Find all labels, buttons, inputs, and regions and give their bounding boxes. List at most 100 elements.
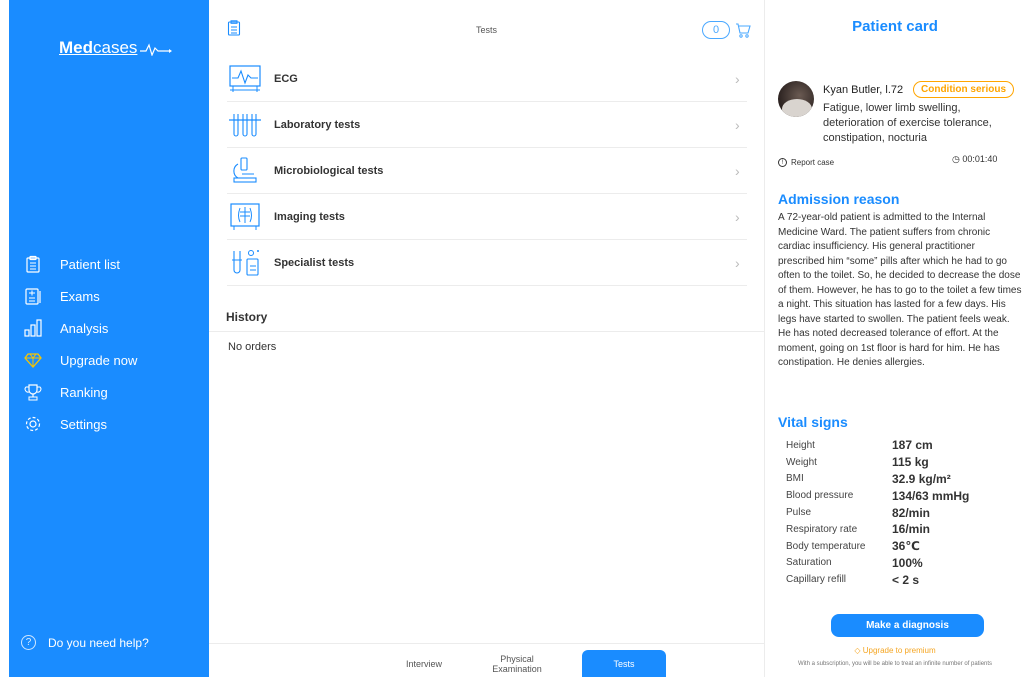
vital-label: Height [786,439,815,451]
sidebar-item-label: Patient list [60,256,120,272]
sidebar-item-upgrade[interactable]: Upgrade now [9,344,209,376]
test-label: Laboratory tests [274,118,361,131]
exam-icon [22,285,44,307]
vital-label: Weight [786,456,817,468]
sidebar-item-label: Analysis [60,320,109,336]
avatar [778,81,814,117]
upgrade-label: Upgrade to premium [862,646,936,655]
test-row-ecg[interactable]: ECG › [227,56,747,102]
vital-row: BMI 32.9 kg/m² [786,471,1006,488]
chevron-right-icon: › [735,70,740,87]
card-title: Patient card [852,18,938,35]
sidebar-item-settings[interactable]: Settings [9,408,209,440]
diamond-icon: ◇ [854,646,861,655]
diamond-icon [22,349,44,371]
vital-label: Pulse [786,507,812,519]
clipboard-icon [22,253,44,275]
vital-value: 36℃ [892,539,920,554]
vital-label: Body temperature [786,540,866,552]
vitals-title: Vital signs [778,414,848,430]
vital-value: 16/min [892,522,931,537]
sidebar-nav: Patient list Exams Analysis Upgrade now … [9,248,209,440]
chevron-right-icon: › [735,208,740,225]
condition-badge: Condition serious [913,81,1014,98]
test-label: ECG [274,72,298,85]
trophy-icon [22,381,44,403]
vital-row: Weight 115 kg [786,454,1006,471]
admission-title: Admission reason [778,191,900,207]
vital-value: < 2 s [892,572,920,587]
cart-icon[interactable] [735,22,751,38]
report-case-link[interactable]: ! Report case [778,158,834,167]
test-row-imaging[interactable]: Imaging tests › [227,194,747,240]
make-diagnosis-button[interactable]: Make a diagnosis [831,614,984,637]
subscription-note: With a subscription, you will be able to… [797,661,993,667]
sidebar-item-label: Settings [60,416,107,432]
patient-card: Patient card Kyan Butler, l.72 Condition… [766,0,1024,677]
report-label: Report case [791,158,835,167]
sidebar-item-exams[interactable]: Exams [9,280,209,312]
chevron-right-icon: › [735,116,740,133]
vital-row: Height 187 cm [786,437,1006,454]
bottom-tabs: Interview Physical Examination Tests [209,643,765,677]
upgrade-premium-link[interactable]: ◇ Upgrade to premium [766,646,1024,655]
test-row-laboratory[interactable]: Laboratory tests › [227,102,747,148]
vital-label: Blood pressure [786,490,854,502]
patient-name: Kyan Butler, l.72 [823,84,904,96]
symptoms-text: Fatigue, lower limb swelling, deteriorat… [823,102,992,144]
ecg-icon [227,62,263,96]
timer-value: 00:01:40 [962,154,998,164]
sidebar-item-label: Exams [60,288,100,304]
tab-physical-examination[interactable]: Physical Examination [477,650,557,677]
gear-icon [22,413,44,435]
xray-icon [227,200,263,234]
test-row-microbiological[interactable]: Microbiological tests › [227,148,747,194]
vital-row: Capillary refill < 2 s [786,571,1006,588]
logo[interactable]: Medcases [59,38,173,58]
vital-row: Pulse 82/min [786,504,1006,521]
clock-icon: ◷ [952,154,960,164]
history-title: History [226,310,268,324]
vital-value: 32.9 kg/m² [892,471,951,486]
vital-row: Blood pressure 134/63 mmHg [786,487,1006,504]
test-label: Microbiological tests [274,164,384,177]
vital-row: Respiratory rate 16/min [786,521,1006,538]
vital-value: 100% [892,555,923,570]
page-title: Tests [475,25,497,35]
test-label: Specialist tests [274,256,355,269]
admission-text: A 72-year-old patient is admitted to the… [778,212,1022,368]
sidebar-item-label: Upgrade now [60,352,138,368]
logo-bold-text: Med [59,38,93,57]
help-label: Do you need help? [48,635,149,650]
vital-label: BMI [786,473,804,485]
tab-tests[interactable]: Tests [582,650,666,677]
heartbeat-icon [140,42,173,57]
vital-value: 82/min [892,505,931,520]
history-empty-text: No orders [228,341,277,353]
test-label: Imaging tests [274,210,345,223]
sidebar-item-analysis[interactable]: Analysis [9,312,209,344]
chevron-right-icon: › [735,162,740,179]
vital-row: Saturation 100% [786,555,1006,572]
divider [209,331,765,332]
specialist-icon [227,246,263,280]
tab-interview[interactable]: Interview [384,650,464,677]
sidebar-item-patient-list[interactable]: Patient list [9,248,209,280]
help-link[interactable]: ? Do you need help? [21,635,149,650]
vital-row: Body temperature 36℃ [786,538,1006,555]
bar-chart-icon [22,317,44,339]
vital-value: 134/63 mmHg [892,488,970,503]
sidebar: Medcases Patient list Exams Analysis Upg… [9,0,209,677]
tests-panel: Tests 0 ECG › Laboratory tests › Microbi… [209,0,765,677]
question-icon: ? [21,635,36,650]
vitals-table: Height 187 cm Weight 115 kg BMI 32.9 kg/m² … [786,437,1006,588]
logo-rest-text: cases [93,38,138,57]
microscope-icon [227,154,263,188]
vital-label: Saturation [786,557,832,569]
vital-value: 115 kg [892,455,929,470]
cart-count-badge[interactable]: 0 [702,21,730,39]
vital-label: Capillary refill [786,574,847,586]
vital-label: Respiratory rate [786,523,858,535]
test-row-specialist[interactable]: Specialist tests › [227,240,747,286]
sidebar-item-ranking[interactable]: Ranking [9,376,209,408]
